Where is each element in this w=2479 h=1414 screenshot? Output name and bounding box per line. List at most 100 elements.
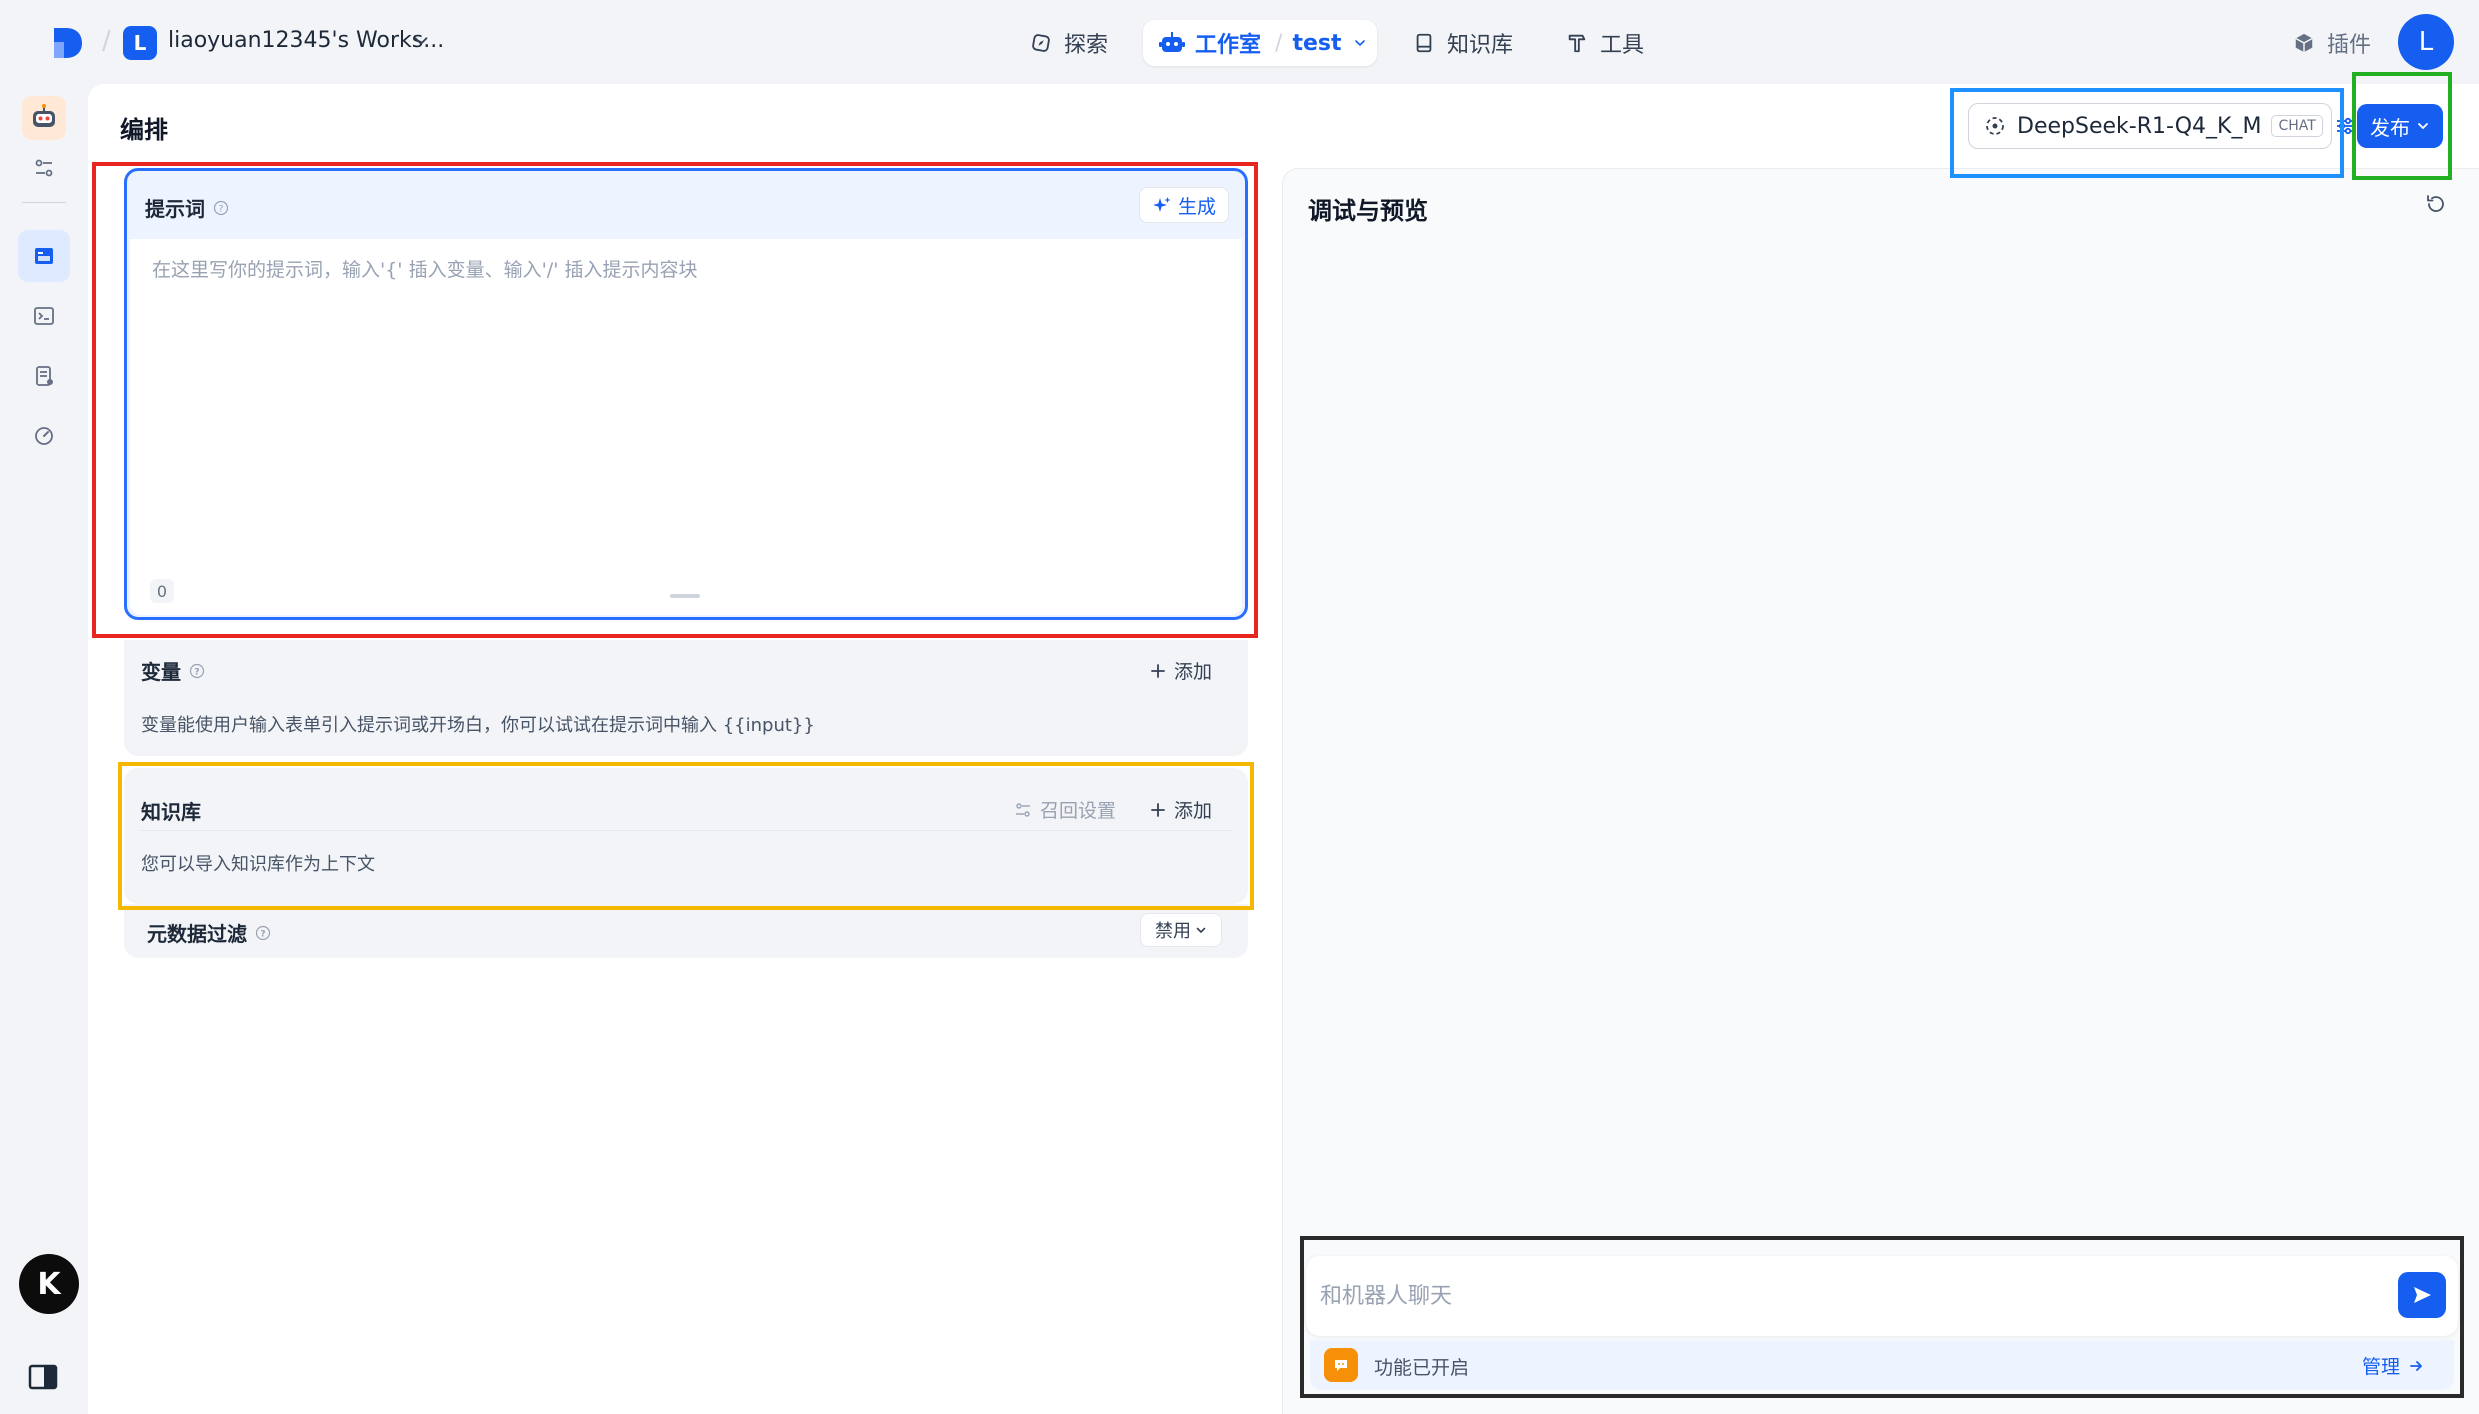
nav-plugins-label: 插件 [2327,33,2372,58]
settings-sliders-icon [1016,802,1030,817]
chat-bubble-icon [1335,1360,1347,1371]
metadata-filter-card [124,904,1248,958]
chevron-down-icon [2418,123,2428,130]
app-icon[interactable] [22,96,66,140]
dify-logo[interactable] [50,24,86,62]
knowledge-title: 知识库 [141,800,201,824]
publish-label: 发布 [2370,115,2410,140]
publish-button[interactable]: 发布 [2357,104,2443,148]
prompt-editor-card: 提示词 ? 生成 在这里写你的提示词，输入'{' 插入变量、输入'/' 插入提示… [124,168,1248,620]
page-title: 编排 [120,116,168,144]
robot-avatar-icon [33,104,55,127]
svg-text:?: ? [194,667,199,677]
resize-handle[interactable] [670,594,700,598]
nav-plugins[interactable]: 插件 [2293,27,2371,59]
brand-logo[interactable]: K [19,1254,79,1314]
add-variable-label: 添加 [1174,661,1213,683]
chevron-down-icon [1196,927,1206,934]
add-knowledge-button[interactable]: 添加 [1150,796,1212,823]
nav-studio-label: 工作室 [1195,33,1262,58]
cube-icon [2295,33,2313,53]
help-circle-icon[interactable]: ? [255,925,271,941]
plus-icon [1151,802,1165,817]
prompt-placeholder: 在这里写你的提示词，输入'{' 插入变量、输入'/' 插入提示内容块 [152,259,698,281]
terminal-icon [34,307,54,325]
breadcrumb-separator: / [1275,30,1283,56]
model-params-icon[interactable] [2333,114,2357,138]
refresh-icon[interactable] [2424,192,2448,216]
nav-tools-label: 工具 [1600,33,1645,58]
generate-label: 生成 [1177,195,1216,218]
chevron-down-icon[interactable] [410,30,432,52]
logs-icon [36,366,53,386]
arrow-right-icon [2410,1360,2422,1371]
rail-divider [22,202,66,203]
current-app-name[interactable]: test [1292,31,1341,56]
chat-input[interactable] [1320,1274,2360,1318]
prompt-title: 提示词 [145,197,205,221]
model-mode-badge: CHAT [2271,115,2323,137]
svg-text:?: ? [219,204,224,214]
prompt-header: 提示词 ? [145,193,229,222]
nav-tools[interactable]: 工具 [1566,26,1644,60]
plus-icon [1151,663,1165,678]
add-variable-button[interactable]: 添加 [1150,657,1212,684]
settings-sliders-icon [35,159,53,177]
left-rail [0,84,88,1414]
debug-title: 调试与预览 [1308,197,1428,225]
send-button[interactable] [2398,1272,2446,1318]
nav-explore-label: 探索 [1064,33,1109,58]
model-name: DeepSeek-R1-Q4_K_M [2017,113,2262,139]
workspace-avatar[interactable]: L [123,26,157,60]
rail-monitor[interactable] [18,410,70,462]
recall-settings-button[interactable]: 召回设置 [1014,796,1116,823]
orchestrate-icon [35,248,53,264]
generate-button[interactable]: 生成 [1138,187,1229,223]
variables-description: 变量能使用户输入表单引入提示词或开场白，你可以试试在提示词中输入 {{input… [141,715,815,736]
metadata-filter-value: 禁用 [1155,921,1191,942]
rail-app-settings[interactable] [18,142,70,194]
manage-features-link[interactable]: 管理 [2362,1352,2424,1379]
debug-preview-panel [1282,168,2479,1414]
nav-knowledge[interactable]: 知识库 [1413,26,1513,60]
divider [140,830,1232,831]
chat-composer [1306,1256,2458,1336]
nav-knowledge-label: 知识库 [1447,33,1514,58]
model-provider-icon [1986,117,2004,135]
metadata-filter-select[interactable]: 禁用 [1140,913,1222,947]
help-circle-icon[interactable]: ? [213,200,229,216]
rail-api[interactable] [18,290,70,342]
metadata-filter-title: 元数据过滤 [147,922,247,946]
feature-status-text: 功能已开启 [1374,1357,1470,1379]
send-icon [2414,1287,2431,1303]
user-avatar[interactable]: L [2398,14,2454,70]
hammer-icon [1568,34,1586,53]
prompt-textarea[interactable]: 在这里写你的提示词，输入'{' 插入变量、输入'/' 插入提示内容块 0 [130,239,1242,615]
compass-icon [1032,34,1050,52]
sparkle-icon [1152,197,1171,212]
nav-studio[interactable]: 工作室 / test [1143,20,1377,66]
manage-label: 管理 [2362,1356,2401,1378]
breadcrumb-separator: / [102,26,111,56]
metadata-filter-header: 元数据过滤 ? [147,918,271,947]
variables-header: 变量 ? [141,656,205,685]
svg-text:?: ? [260,929,265,939]
book-icon [1416,33,1432,53]
monitor-icon [35,427,53,445]
model-selector[interactable]: DeepSeek-R1-Q4_K_M CHAT [1968,103,2353,149]
nav-explore[interactable]: 探索 [1030,26,1108,60]
add-knowledge-label: 添加 [1174,800,1213,822]
rail-logs[interactable] [18,350,70,402]
chevron-down-icon[interactable] [1352,35,1368,51]
help-circle-icon[interactable]: ? [189,663,205,679]
feature-status-bar: 功能已开启 管理 [1310,1340,2454,1390]
knowledge-card [124,768,1248,904]
variables-card [124,640,1248,756]
workspace-name[interactable]: liaoyuan12345's Works... [168,28,444,53]
variables-title: 变量 [141,660,181,684]
char-count: 0 [150,579,174,603]
knowledge-description: 您可以导入知识库作为上下文 [141,854,375,875]
sidebar-collapse-icon[interactable] [28,1364,58,1390]
features-icon [1324,1348,1358,1382]
rail-orchestrate[interactable] [18,230,70,282]
